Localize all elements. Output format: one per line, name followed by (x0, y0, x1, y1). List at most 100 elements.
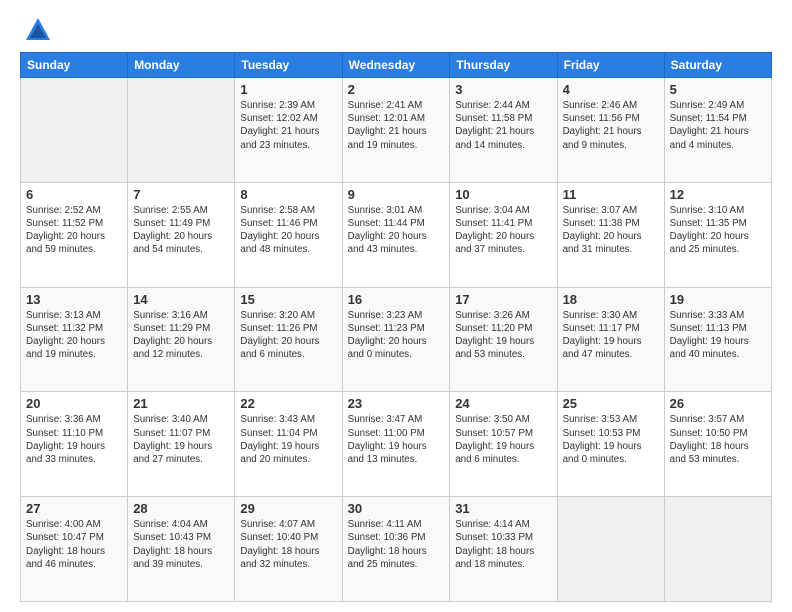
calendar-cell (664, 497, 771, 602)
week-row-3: 13 Sunrise: 3:13 AM Sunset: 11:32 PM Dayl… (21, 287, 772, 392)
day-number: 8 (240, 187, 336, 202)
calendar-cell: 1 Sunrise: 2:39 AM Sunset: 12:02 AM Dayli… (235, 78, 342, 183)
day-info: Sunrise: 3:40 AM Sunset: 11:07 PM Daylig… (133, 413, 229, 466)
day-header-saturday: Saturday (664, 53, 771, 78)
day-info: Sunrise: 3:10 AM Sunset: 11:35 PM Daylig… (670, 204, 766, 257)
calendar-cell: 11 Sunrise: 3:07 AM Sunset: 11:38 PM Dayl… (557, 182, 664, 287)
week-row-2: 6Sunrise: 2:52 AM Sunset: 11:52 PM Dayli… (21, 182, 772, 287)
calendar-cell: 10Sunrise: 3:04 AM Sunset: 11:41 PM Dayl… (450, 182, 557, 287)
calendar-cell: 19 Sunrise: 3:33 AM Sunset: 11:13 PM Dayl… (664, 287, 771, 392)
day-header-friday: Friday (557, 53, 664, 78)
day-info: Sunrise: 4:07 AM Sunset: 10:40 PM Daylig… (240, 518, 336, 571)
logo-icon (24, 16, 52, 44)
day-number: 18 (563, 292, 659, 307)
day-number: 28 (133, 501, 229, 516)
calendar-cell: 25 Sunrise: 3:53 AM Sunset: 10:53 PM Dayl… (557, 392, 664, 497)
day-number: 17 (455, 292, 551, 307)
day-number: 21 (133, 396, 229, 411)
calendar-cell: 14 Sunrise: 3:16 AM Sunset: 11:29 PM Dayl… (128, 287, 235, 392)
day-info: Sunrise: 2:52 AM Sunset: 11:52 PM Daylig… (26, 204, 122, 257)
day-number: 26 (670, 396, 766, 411)
day-info: Sunrise: 3:50 AM Sunset: 10:57 PM Daylig… (455, 413, 551, 466)
calendar-cell: 26 Sunrise: 3:57 AM Sunset: 10:50 PM Dayl… (664, 392, 771, 497)
day-info: Sunrise: 3:20 AM Sunset: 11:26 PM Daylig… (240, 309, 336, 362)
day-header-tuesday: Tuesday (235, 53, 342, 78)
calendar-cell: 7 Sunrise: 2:55 AM Sunset: 11:49 PM Dayli… (128, 182, 235, 287)
day-info: Sunrise: 2:46 AM Sunset: 11:56 PM Daylig… (563, 99, 659, 152)
calendar-cell: 2 Sunrise: 2:41 AM Sunset: 12:01 AM Dayli… (342, 78, 450, 183)
calendar-cell: 28 Sunrise: 4:04 AM Sunset: 10:43 PM Dayl… (128, 497, 235, 602)
day-info: Sunrise: 3:26 AM Sunset: 11:20 PM Daylig… (455, 309, 551, 362)
day-number: 5 (670, 82, 766, 97)
calendar-cell: 15 Sunrise: 3:20 AM Sunset: 11:26 PM Dayl… (235, 287, 342, 392)
day-number: 19 (670, 292, 766, 307)
header (20, 16, 772, 44)
calendar-cell (128, 78, 235, 183)
week-row-5: 27 Sunrise: 4:00 AM Sunset: 10:47 PM Dayl… (21, 497, 772, 602)
calendar-cell: 6Sunrise: 2:52 AM Sunset: 11:52 PM Dayli… (21, 182, 128, 287)
calendar-header: SundayMondayTuesdayWednesdayThursdayFrid… (21, 53, 772, 78)
day-info: Sunrise: 3:33 AM Sunset: 11:13 PM Daylig… (670, 309, 766, 362)
day-info: Sunrise: 3:53 AM Sunset: 10:53 PM Daylig… (563, 413, 659, 466)
day-number: 4 (563, 82, 659, 97)
day-number: 11 (563, 187, 659, 202)
calendar-cell: 13 Sunrise: 3:13 AM Sunset: 11:32 PM Dayl… (21, 287, 128, 392)
calendar-cell: 4 Sunrise: 2:46 AM Sunset: 11:56 PM Dayli… (557, 78, 664, 183)
day-info: Sunrise: 3:13 AM Sunset: 11:32 PM Daylig… (26, 309, 122, 362)
day-headers-row: SundayMondayTuesdayWednesdayThursdayFrid… (21, 53, 772, 78)
day-info: Sunrise: 4:00 AM Sunset: 10:47 PM Daylig… (26, 518, 122, 571)
day-number: 15 (240, 292, 336, 307)
day-info: Sunrise: 3:16 AM Sunset: 11:29 PM Daylig… (133, 309, 229, 362)
day-number: 23 (348, 396, 445, 411)
day-info: Sunrise: 3:07 AM Sunset: 11:38 PM Daylig… (563, 204, 659, 257)
calendar-cell: 23Sunrise: 3:47 AM Sunset: 11:00 PM Dayl… (342, 392, 450, 497)
calendar-cell: 8Sunrise: 2:58 AM Sunset: 11:46 PM Dayli… (235, 182, 342, 287)
day-info: Sunrise: 2:55 AM Sunset: 11:49 PM Daylig… (133, 204, 229, 257)
calendar-cell: 27 Sunrise: 4:00 AM Sunset: 10:47 PM Dayl… (21, 497, 128, 602)
day-number: 1 (240, 82, 336, 97)
calendar-cell: 30 Sunrise: 4:11 AM Sunset: 10:36 PM Dayl… (342, 497, 450, 602)
logo (20, 16, 52, 44)
calendar-body: 1 Sunrise: 2:39 AM Sunset: 12:02 AM Dayli… (21, 78, 772, 602)
calendar-cell: 24 Sunrise: 3:50 AM Sunset: 10:57 PM Dayl… (450, 392, 557, 497)
calendar-cell: 22Sunrise: 3:43 AM Sunset: 11:04 PM Dayl… (235, 392, 342, 497)
day-info: Sunrise: 3:43 AM Sunset: 11:04 PM Daylig… (240, 413, 336, 466)
week-row-4: 20 Sunrise: 3:36 AM Sunset: 11:10 PM Dayl… (21, 392, 772, 497)
day-number: 14 (133, 292, 229, 307)
day-number: 3 (455, 82, 551, 97)
day-info: Sunrise: 4:11 AM Sunset: 10:36 PM Daylig… (348, 518, 445, 571)
day-info: Sunrise: 4:14 AM Sunset: 10:33 PM Daylig… (455, 518, 551, 571)
day-info: Sunrise: 2:41 AM Sunset: 12:01 AM Daylig… (348, 99, 445, 152)
day-number: 25 (563, 396, 659, 411)
calendar-cell: 12Sunrise: 3:10 AM Sunset: 11:35 PM Dayl… (664, 182, 771, 287)
calendar-cell (557, 497, 664, 602)
day-info: Sunrise: 3:36 AM Sunset: 11:10 PM Daylig… (26, 413, 122, 466)
day-info: Sunrise: 2:49 AM Sunset: 11:54 PM Daylig… (670, 99, 766, 152)
day-info: Sunrise: 3:01 AM Sunset: 11:44 PM Daylig… (348, 204, 445, 257)
calendar-cell: 20 Sunrise: 3:36 AM Sunset: 11:10 PM Dayl… (21, 392, 128, 497)
day-info: Sunrise: 2:39 AM Sunset: 12:02 AM Daylig… (240, 99, 336, 152)
day-info: Sunrise: 4:04 AM Sunset: 10:43 PM Daylig… (133, 518, 229, 571)
day-number: 24 (455, 396, 551, 411)
day-number: 27 (26, 501, 122, 516)
day-header-thursday: Thursday (450, 53, 557, 78)
day-info: Sunrise: 3:57 AM Sunset: 10:50 PM Daylig… (670, 413, 766, 466)
day-header-sunday: Sunday (21, 53, 128, 78)
calendar-cell: 21 Sunrise: 3:40 AM Sunset: 11:07 PM Dayl… (128, 392, 235, 497)
day-number: 7 (133, 187, 229, 202)
day-number: 20 (26, 396, 122, 411)
day-number: 2 (348, 82, 445, 97)
day-number: 13 (26, 292, 122, 307)
day-number: 30 (348, 501, 445, 516)
day-number: 10 (455, 187, 551, 202)
calendar-cell: 31Sunrise: 4:14 AM Sunset: 10:33 PM Dayl… (450, 497, 557, 602)
day-header-monday: Monday (128, 53, 235, 78)
calendar-cell: 17 Sunrise: 3:26 AM Sunset: 11:20 PM Dayl… (450, 287, 557, 392)
day-header-wednesday: Wednesday (342, 53, 450, 78)
calendar-cell: 16 Sunrise: 3:23 AM Sunset: 11:23 PM Dayl… (342, 287, 450, 392)
day-info: Sunrise: 3:30 AM Sunset: 11:17 PM Daylig… (563, 309, 659, 362)
calendar-cell: 18 Sunrise: 3:30 AM Sunset: 11:17 PM Dayl… (557, 287, 664, 392)
day-info: Sunrise: 3:23 AM Sunset: 11:23 PM Daylig… (348, 309, 445, 362)
calendar-cell: 3Sunrise: 2:44 AM Sunset: 11:58 PM Dayli… (450, 78, 557, 183)
day-number: 16 (348, 292, 445, 307)
